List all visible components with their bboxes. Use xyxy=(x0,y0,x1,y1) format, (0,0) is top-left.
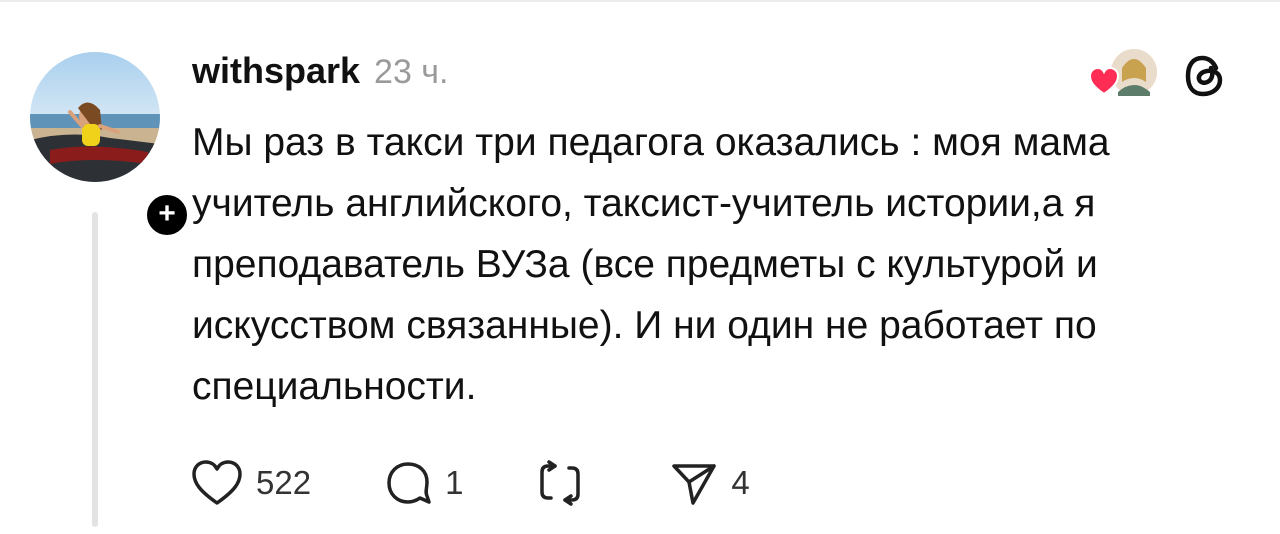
reply-button[interactable]: 1 xyxy=(383,456,463,510)
top-divider xyxy=(0,0,1280,2)
threads-logo-icon[interactable] xyxy=(1180,50,1232,102)
send-icon xyxy=(672,464,717,505)
repost-icon xyxy=(540,460,581,506)
avatar-container[interactable]: + xyxy=(30,52,192,240)
follow-plus-button[interactable]: + xyxy=(142,190,192,240)
repost-button[interactable] xyxy=(535,456,597,510)
heart-outline-icon xyxy=(192,460,242,505)
post-actions: 522 1 4 xyxy=(190,456,750,510)
avatar[interactable] xyxy=(30,52,160,182)
thread-line xyxy=(92,212,98,527)
liked-by-author-indicator xyxy=(1088,47,1159,97)
heart-icon xyxy=(1088,66,1120,96)
post-text: Мы раз в такси три педагога оказались : … xyxy=(192,121,1110,408)
share-count: 4 xyxy=(731,464,750,501)
post-time: 23 ч. xyxy=(374,53,449,91)
post-header: withspark 23 ч. xyxy=(192,50,448,96)
like-count: 522 xyxy=(256,464,312,501)
like-button[interactable]: 522 xyxy=(190,456,311,510)
comment-bubble-icon xyxy=(387,462,431,504)
reply-count: 1 xyxy=(445,464,464,501)
share-button[interactable]: 4 xyxy=(669,456,750,510)
username[interactable]: withspark xyxy=(192,50,360,92)
